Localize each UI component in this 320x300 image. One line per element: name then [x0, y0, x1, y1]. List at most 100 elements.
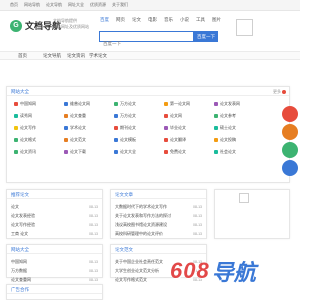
search-tabs: 百度 网页 论文 电影 音乐 小说 工具 图片: [100, 17, 221, 23]
list-item[interactable]: 论文 08-13: [11, 202, 98, 211]
list-item[interactable]: 论文查重网 08-13: [11, 275, 98, 284]
list-item-title: 中国知网: [11, 258, 27, 264]
watermark: 608 导航: [170, 258, 256, 285]
panel-title: 网站大全: [11, 89, 29, 94]
category-item[interactable]: 论文网: [164, 112, 182, 119]
list-item-title: 高校科研管理中的论文评价: [115, 230, 163, 236]
site-icon: [214, 101, 218, 106]
top-link[interactable]: 网站导航: [24, 2, 40, 8]
list-item-title: 工商 论文: [11, 230, 29, 236]
list-item[interactable]: 论文发表经验 08-13: [11, 211, 98, 220]
list-item[interactable]: 关于论文发表和写作方法的探讨 08-13: [115, 211, 202, 220]
category-label: 维普论文网: [70, 100, 90, 106]
top-link[interactable]: 网址大全: [68, 2, 84, 8]
category-item[interactable]: 论文范文: [64, 136, 86, 143]
float-top-button[interactable]: [282, 160, 298, 176]
list-item-date: 08-13: [89, 222, 98, 227]
search-tab[interactable]: 电影: [148, 17, 157, 23]
float-wechat-button[interactable]: [282, 142, 298, 158]
top-link[interactable]: 首页: [10, 2, 18, 8]
list-item[interactable]: 工商 论文 08-13: [11, 229, 98, 238]
top-link[interactable]: 论文导航: [46, 2, 62, 8]
list-item-title: 浅议高校图书馆论文资源建设: [115, 221, 167, 227]
category-label: 论文大全: [120, 148, 136, 154]
site-icon: [14, 149, 18, 154]
search-tab[interactable]: 工具: [196, 17, 205, 23]
category-label: 毕业论文: [170, 124, 186, 130]
site-icon: [14, 137, 18, 142]
category-label: 论文写作: [20, 124, 36, 130]
category-item[interactable]: 论文查重: [64, 112, 86, 119]
category-item[interactable]: 万方论文: [114, 100, 136, 107]
site-icon: [164, 149, 168, 154]
list-item[interactable]: 大数据时代下的学术论文写作 08-13: [115, 202, 202, 211]
ads-panel: 广告合作: [6, 284, 103, 300]
category-item[interactable]: 论文翻译: [164, 136, 186, 143]
search-tab[interactable]: 音乐: [164, 17, 173, 23]
nav-item[interactable]: 首页: [18, 53, 27, 59]
site-icon: [164, 137, 168, 142]
list-item-date: 08-13: [193, 222, 202, 227]
category-item[interactable]: 中国知网: [14, 100, 36, 107]
list-item-date: 08-13: [89, 231, 98, 236]
category-label: 论文范文: [70, 136, 86, 142]
category-label: 学术论文: [70, 124, 86, 130]
category-item[interactable]: 论文发表网: [214, 100, 240, 107]
list-item-title: 论文写作格式范文: [115, 276, 147, 282]
sites-panel: 网站大全 中国知网 08-13 万方数据 08-13 论文查重网 08-13: [6, 244, 103, 282]
nav-item[interactable]: 学术论文: [89, 53, 107, 59]
list-item[interactable]: 万方数据 08-13: [11, 266, 98, 275]
list-item[interactable]: 浅议高校图书馆论文资源建设 08-13: [115, 220, 202, 229]
search-tab[interactable]: 图片: [212, 17, 221, 23]
category-item[interactable]: 社会论文: [214, 148, 236, 155]
search-tab[interactable]: 网页: [116, 17, 125, 23]
search-tab[interactable]: 论文: [132, 17, 141, 23]
site-icon: [64, 125, 68, 130]
search-tab[interactable]: 百度: [100, 17, 109, 23]
top-link[interactable]: 关于我们: [112, 2, 128, 8]
ad-panel: [214, 189, 290, 239]
float-share-button[interactable]: [282, 106, 298, 122]
category-item[interactable]: 维普论文网: [64, 100, 90, 107]
nav-item[interactable]: 论文资讯: [67, 53, 85, 59]
list-item[interactable]: 论文写作经验 08-13: [11, 220, 98, 229]
more-link[interactable]: 更多: [273, 89, 286, 95]
category-item[interactable]: 论文投稿: [214, 136, 236, 143]
category-item[interactable]: 免费论文: [164, 148, 186, 155]
top-link[interactable]: 优质资源: [90, 2, 106, 8]
category-item[interactable]: 期刊论文: [114, 124, 136, 131]
list-item-date: 08-13: [193, 231, 202, 236]
category-item[interactable]: 论文资讯: [14, 148, 36, 155]
category-item[interactable]: 万方论文: [114, 112, 136, 119]
float-qq-button[interactable]: [282, 124, 298, 140]
site-icon: [164, 101, 168, 106]
main-nav: 首页 论文导航 论文资讯 学术论文: [0, 51, 300, 60]
category-label: 论文下载: [70, 148, 86, 154]
search-tab[interactable]: 小说: [180, 17, 189, 23]
search-button[interactable]: 百度一下: [194, 31, 218, 42]
list-item-title: 论文: [11, 203, 19, 209]
category-item[interactable]: 学术论文: [64, 124, 86, 131]
category-label: 万方论文: [120, 112, 136, 118]
nav-item[interactable]: 论文导航: [43, 53, 61, 59]
category-panel: 网站大全 更多: [6, 86, 290, 183]
category-item[interactable]: 毕业论文: [164, 124, 186, 131]
category-item[interactable]: 论文格式: [14, 136, 36, 143]
list-item-title: 论文写作经验: [11, 221, 35, 227]
category-item[interactable]: 论文下载: [64, 148, 86, 155]
category-label: 论文发表网: [220, 100, 240, 106]
category-item[interactable]: 第一论文网: [164, 100, 190, 107]
list-item[interactable]: 中国知网 08-13: [11, 257, 98, 266]
site-icon: [114, 101, 118, 106]
category-item[interactable]: 论文参考: [214, 112, 236, 119]
category-item[interactable]: 论文写作: [14, 124, 36, 131]
list-item[interactable]: 高校科研管理中的论文评价 08-13: [115, 229, 202, 238]
list-item-title: 论文查重网: [11, 276, 31, 282]
category-item[interactable]: 硕士论文: [214, 124, 236, 131]
category-item[interactable]: 论文模板: [114, 136, 136, 143]
panel-title: 广告合作: [11, 287, 29, 292]
search-input[interactable]: [100, 39, 193, 48]
site-icon: [114, 125, 118, 130]
category-item[interactable]: 读秀网: [14, 112, 32, 119]
category-item[interactable]: 论文大全: [114, 148, 136, 155]
